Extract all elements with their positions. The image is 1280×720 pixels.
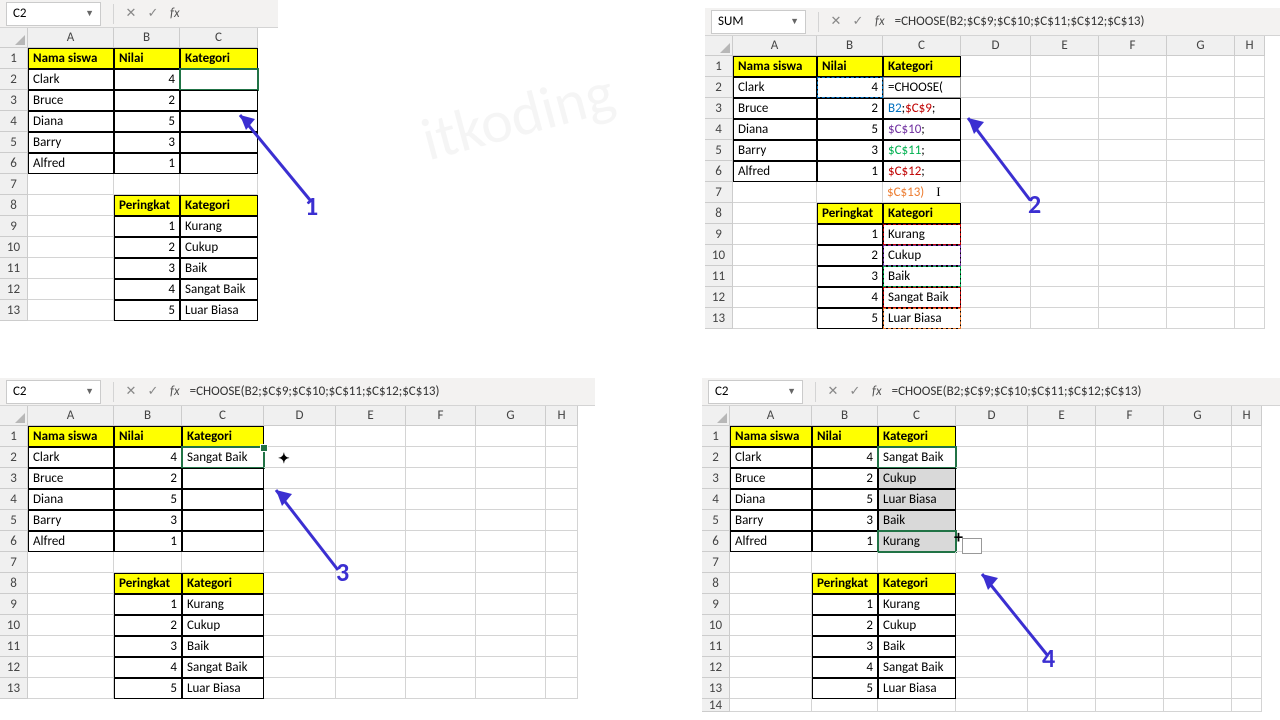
enter-icon[interactable]: ✓ xyxy=(844,381,866,403)
fx-icon[interactable]: fx xyxy=(170,6,180,21)
name-box[interactable]: SUM▼ xyxy=(711,10,806,34)
panel-step-4: C2▼ ✕ ✓ fx =CHOOSE(B2;$C$9;$C$10;$C$11;$… xyxy=(702,378,1280,712)
step-label-4: 4 xyxy=(1042,642,1055,674)
formula-input[interactable]: =CHOOSE(B2;$C$9;$C$10;$C$11;$C$12;$C$13) xyxy=(888,384,1280,399)
step-label-3: 3 xyxy=(336,556,349,588)
name-box[interactable]: C2▼ xyxy=(6,380,101,404)
panel-step-2: SUM▼ ✕ ✓ fx =CHOOSE(B2;$C$9;$C$10;$C$11;… xyxy=(705,8,1280,329)
cancel-icon[interactable]: ✕ xyxy=(825,11,847,33)
selected-cell-C2[interactable]: Sangat Baik xyxy=(182,447,264,468)
enter-icon[interactable]: ✓ xyxy=(142,381,164,403)
formula-input[interactable]: =CHOOSE(B2;$C$9;$C$10;$C$11;$C$12;$C$13) xyxy=(891,14,1280,29)
spreadsheet-grid[interactable]: A B C D E F G H 1 Nama siswa Nilai Kateg… xyxy=(705,36,1280,329)
header-kategori[interactable]: Kategori xyxy=(180,48,258,69)
header-peringkat[interactable]: Peringkat xyxy=(114,195,180,216)
cancel-icon[interactable]: ✕ xyxy=(822,381,844,403)
step-label-1: 1 xyxy=(305,190,318,222)
header-nama[interactable]: Nama siswa xyxy=(28,48,114,69)
chevron-down-icon[interactable]: ▼ xyxy=(85,8,94,19)
row-header[interactable]: 1 xyxy=(0,48,28,69)
cancel-icon[interactable]: ✕ xyxy=(120,3,142,25)
editing-cell-C2[interactable]: =CHOOSE( xyxy=(883,77,961,98)
name-box[interactable]: C2▼ xyxy=(6,2,101,26)
select-all-corner[interactable] xyxy=(0,28,28,48)
col-header-C[interactable]: C xyxy=(180,28,258,48)
fx-icon[interactable]: fx xyxy=(170,384,180,399)
watermark: itkoding xyxy=(414,56,622,177)
panel-step-3: C2▼ ✕ ✓ fx =CHOOSE(B2;$C$9;$C$10;$C$11;$… xyxy=(0,378,595,699)
selected-cell-C2[interactable] xyxy=(180,69,258,90)
header-nilai[interactable]: Nilai xyxy=(114,48,180,69)
panel-step-1: C2▼ ✕ ✓ fx A B C 1 Nama siswa Nilai Kate… xyxy=(0,0,278,321)
cancel-icon[interactable]: ✕ xyxy=(120,381,142,403)
enter-icon[interactable]: ✓ xyxy=(142,3,164,25)
formula-bar: C2▼ ✕ ✓ fx xyxy=(0,0,278,28)
col-header-B[interactable]: B xyxy=(114,28,180,48)
spreadsheet-grid[interactable]: A B C 1 Nama siswa Nilai Kategori 2 Clar… xyxy=(0,28,278,321)
fx-icon[interactable]: fx xyxy=(875,14,885,29)
chevron-down-icon[interactable]: ▼ xyxy=(790,16,799,27)
fx-icon[interactable]: fx xyxy=(872,384,882,399)
col-header-A[interactable]: A xyxy=(28,28,114,48)
spreadsheet-grid[interactable]: A B C D E F G H 1Nama siswaNilaiKategori… xyxy=(0,406,595,699)
step-label-2: 2 xyxy=(1028,188,1041,220)
fill-handle[interactable] xyxy=(260,444,268,452)
autofill-options-icon[interactable] xyxy=(962,538,982,554)
ref-B2[interactable]: 4 xyxy=(817,77,883,98)
crosshair-cursor-icon: ✦ xyxy=(278,450,290,467)
spreadsheet-grid[interactable]: A B C D E F G H 1Nama siswaNilaiKategori… xyxy=(702,406,1280,712)
name-box[interactable]: C2▼ xyxy=(708,380,803,404)
formula-input[interactable]: =CHOOSE(B2;$C$9;$C$10;$C$11;$C$12;$C$13) xyxy=(186,384,595,399)
enter-icon[interactable]: ✓ xyxy=(847,11,869,33)
